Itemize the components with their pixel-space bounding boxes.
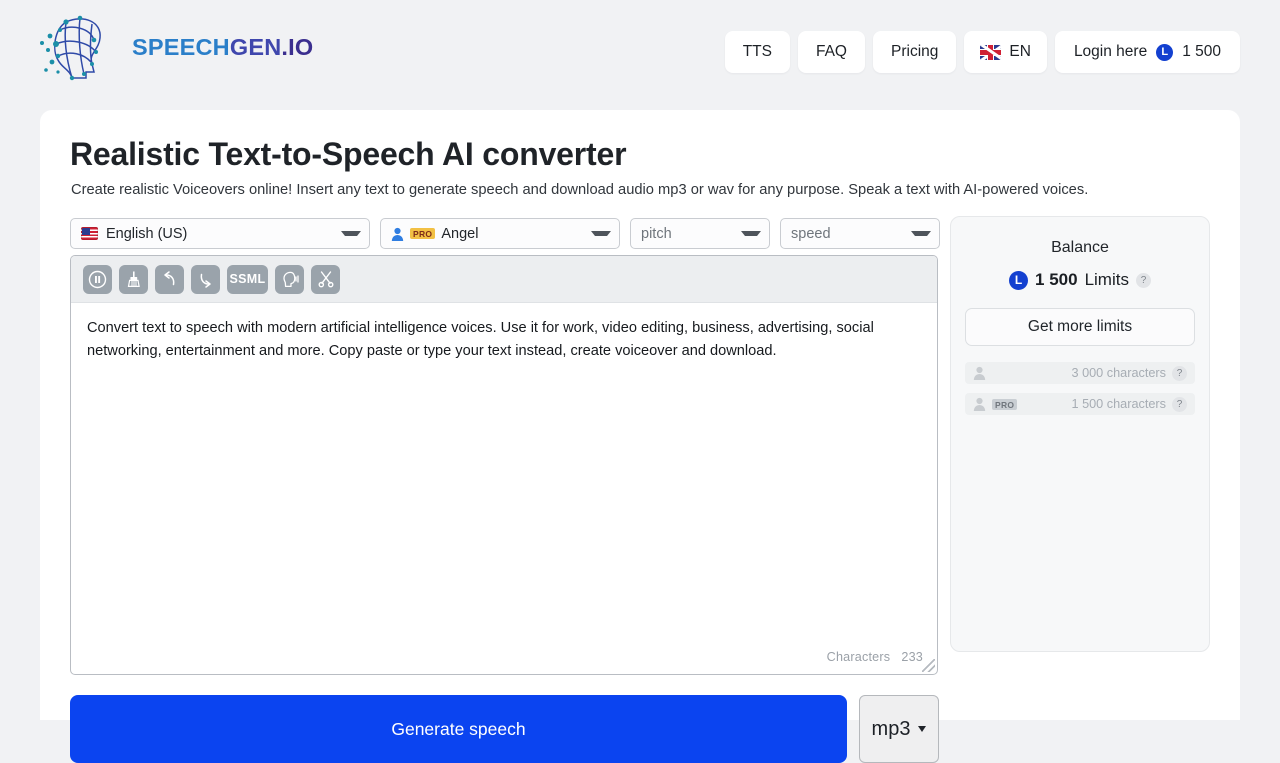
chevron-down-icon bbox=[918, 726, 927, 732]
undo-icon bbox=[164, 270, 175, 285]
chevron-down-icon bbox=[591, 231, 611, 236]
brand-name-part1: SPEECH bbox=[132, 33, 230, 60]
nav-item-faq[interactable]: FAQ bbox=[797, 31, 865, 73]
brand-name-part2: GEN bbox=[229, 33, 282, 60]
nav-item-pricing-label: Pricing bbox=[891, 43, 939, 60]
login-credits: 1 500 bbox=[1182, 43, 1221, 60]
voice-controls-row: English (US) PRO Angel pitch speed bbox=[70, 218, 940, 249]
audio-format-value: mp3 bbox=[871, 717, 911, 740]
language-switcher[interactable]: EN bbox=[964, 31, 1047, 73]
us-flag-icon bbox=[81, 227, 98, 240]
get-more-limits-button[interactable]: Get more limits bbox=[965, 308, 1195, 346]
voice-select[interactable]: PRO Angel bbox=[380, 218, 620, 249]
limit-row-pro: PRO 1 500 characters ? bbox=[965, 393, 1195, 415]
clear-broom-icon bbox=[127, 271, 140, 287]
uk-flag-icon bbox=[980, 44, 1002, 60]
ssml-button-label: SSML bbox=[229, 272, 266, 286]
balance-amount-row: L 1 500 Limits ? bbox=[951, 270, 1209, 290]
site-header: SPEECHGEN.IO TTS FAQ Pricing EN Login he… bbox=[0, 0, 1280, 96]
text-editor[interactable]: SSML Convert text to speech with modern … bbox=[70, 255, 938, 675]
help-icon[interactable]: ? bbox=[1172, 365, 1187, 381]
text-input-area[interactable]: Convert text to speech with modern artif… bbox=[71, 303, 937, 363]
nav-item-faq-label: FAQ bbox=[815, 43, 847, 60]
balance-panel: Balance L 1 500 Limits ? Get more limits… bbox=[950, 216, 1210, 652]
page-title: Realistic Text-to-Speech AI converter bbox=[70, 136, 627, 172]
language-select-value: English (US) bbox=[106, 225, 188, 242]
brand-name: SPEECHGEN.IO bbox=[132, 34, 313, 61]
login-button-label: Login here bbox=[1073, 43, 1148, 60]
pitch-select-value: pitch bbox=[641, 225, 672, 242]
generate-speech-label: Generate speech bbox=[391, 718, 526, 739]
pause-button[interactable] bbox=[83, 264, 112, 294]
main-nav: TTS FAQ Pricing EN Login here L 1 500 bbox=[724, 31, 1240, 73]
nav-item-tts-label: TTS bbox=[742, 43, 772, 60]
chevron-down-icon bbox=[911, 231, 931, 236]
credit-coin-icon: L bbox=[1156, 43, 1174, 61]
speed-select-value: speed bbox=[791, 225, 831, 242]
speed-select[interactable]: speed bbox=[780, 218, 940, 249]
redo-icon bbox=[200, 273, 211, 288]
page-subtitle: Create realistic Voiceovers online! Inse… bbox=[71, 182, 1089, 198]
limit-row-pro-text: 1 500 characters bbox=[1071, 397, 1166, 411]
person-icon bbox=[973, 366, 986, 380]
cut-button[interactable] bbox=[311, 264, 340, 294]
nav-item-pricing[interactable]: Pricing bbox=[873, 31, 957, 73]
pro-badge: PRO bbox=[410, 228, 436, 239]
balance-title: Balance bbox=[1051, 239, 1109, 256]
language-switcher-label: EN bbox=[1009, 43, 1031, 60]
credit-coin-icon: L bbox=[1009, 270, 1029, 290]
login-button[interactable]: Login here L 1 500 bbox=[1054, 31, 1240, 73]
brand-name-part3: .IO bbox=[281, 33, 314, 60]
undo-button[interactable] bbox=[155, 264, 184, 294]
main-card: Realistic Text-to-Speech AI converter Cr… bbox=[40, 110, 1240, 763]
brand-logo[interactable]: SPEECHGEN.IO bbox=[36, 10, 313, 84]
character-counter: Characters 233 bbox=[827, 650, 923, 664]
resize-handle[interactable] bbox=[922, 659, 935, 672]
generate-speech-button[interactable]: Generate speech bbox=[70, 695, 847, 763]
speak-head-icon bbox=[282, 271, 299, 287]
get-more-limits-label: Get more limits bbox=[1027, 318, 1133, 335]
pro-badge: PRO bbox=[992, 398, 1018, 410]
ssml-button[interactable]: SSML bbox=[227, 264, 268, 294]
chevron-down-icon bbox=[341, 231, 361, 236]
help-icon[interactable]: ? bbox=[1135, 272, 1151, 288]
speak-head-button[interactable] bbox=[275, 264, 304, 294]
person-icon bbox=[391, 227, 404, 241]
scissors-icon bbox=[318, 271, 334, 288]
balance-amount: 1 500 bbox=[1035, 270, 1078, 289]
pause-icon bbox=[88, 270, 107, 288]
person-icon bbox=[973, 397, 986, 411]
limit-row-free: 3 000 characters ? bbox=[965, 362, 1195, 384]
audio-format-select[interactable]: mp3 bbox=[859, 695, 939, 763]
pitch-select[interactable]: pitch bbox=[630, 218, 770, 249]
balance-unit: Limits bbox=[1084, 270, 1129, 289]
language-select[interactable]: English (US) bbox=[70, 218, 370, 249]
nav-item-tts[interactable]: TTS bbox=[724, 31, 790, 73]
clear-text-button[interactable] bbox=[119, 264, 148, 294]
chevron-down-icon bbox=[741, 231, 761, 236]
network-head-logo-icon bbox=[36, 10, 124, 84]
help-icon[interactable]: ? bbox=[1172, 396, 1187, 412]
character-counter-value: 233 bbox=[901, 650, 923, 664]
character-counter-label: Characters bbox=[826, 650, 891, 664]
limit-row-free-text: 3 000 characters bbox=[1071, 366, 1166, 380]
voice-select-value: Angel bbox=[441, 225, 479, 242]
editor-toolbar: SSML bbox=[71, 256, 937, 303]
redo-button[interactable] bbox=[191, 264, 220, 294]
